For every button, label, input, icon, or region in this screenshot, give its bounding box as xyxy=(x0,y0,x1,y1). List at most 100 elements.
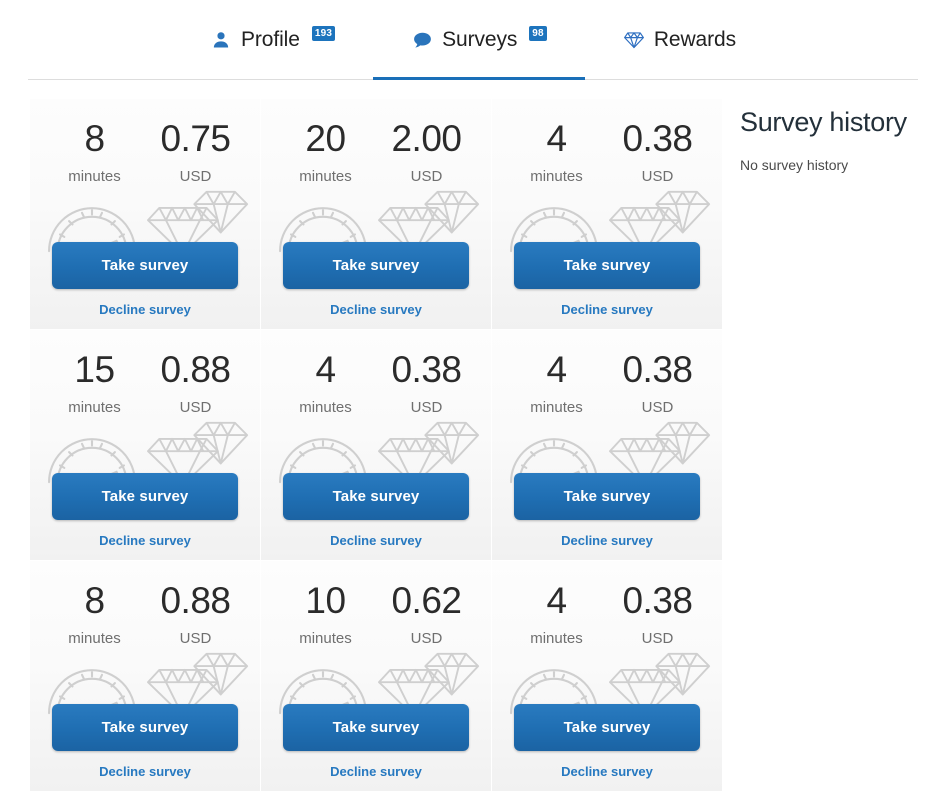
survey-reward-value: 2.00 xyxy=(391,118,462,159)
survey-card-actions: Take survey Decline survey xyxy=(261,473,491,560)
survey-duration-unit: minutes xyxy=(299,630,352,647)
decline-survey-link[interactable]: Decline survey xyxy=(283,533,469,548)
survey-cards-grid: 8 minutes 0.75 USD Take survey Decline survey… xyxy=(30,99,722,791)
survey-duration-stat: 10 minutes xyxy=(275,580,376,648)
take-survey-button[interactable]: Take survey xyxy=(514,704,700,751)
take-survey-button[interactable]: Take survey xyxy=(514,473,700,520)
survey-reward-value: 0.88 xyxy=(160,580,231,621)
survey-reward-value: 0.88 xyxy=(160,349,231,390)
survey-duration-value: 20 xyxy=(305,118,346,159)
survey-duration-value: 15 xyxy=(74,349,115,390)
survey-reward-unit: USD xyxy=(410,399,443,416)
survey-card: 8 minutes 0.75 USD Take survey Decline survey xyxy=(30,99,260,329)
survey-history-panel: Survey history No survey history xyxy=(722,80,946,173)
survey-card-stats: 15 minutes 0.88 USD xyxy=(30,349,260,417)
survey-reward-stat: 0.62 USD xyxy=(376,580,477,648)
survey-card-actions: Take survey Decline survey xyxy=(261,242,491,329)
decline-survey-link[interactable]: Decline survey xyxy=(283,764,469,779)
survey-reward-unit: USD xyxy=(410,168,443,185)
survey-reward-stat: 0.75 USD xyxy=(145,118,246,186)
tab-rewards[interactable]: Rewards xyxy=(585,0,774,80)
take-survey-button[interactable]: Take survey xyxy=(283,704,469,751)
survey-duration-stat: 4 minutes xyxy=(506,580,607,648)
survey-reward-value: 0.38 xyxy=(391,349,462,390)
survey-card: 8 minutes 0.88 USD Take survey Decline survey xyxy=(30,561,260,791)
survey-duration-unit: minutes xyxy=(68,630,121,647)
survey-reward-value: 0.38 xyxy=(622,349,693,390)
survey-card-stats: 8 minutes 0.75 USD xyxy=(30,118,260,186)
survey-card-stats: 20 minutes 2.00 USD xyxy=(261,118,491,186)
chat-bubble-icon xyxy=(411,29,433,51)
survey-reward-stat: 0.38 USD xyxy=(607,580,708,648)
take-survey-button[interactable]: Take survey xyxy=(52,473,238,520)
survey-reward-stat: 0.38 USD xyxy=(607,118,708,186)
survey-history-title: Survey history xyxy=(740,107,907,137)
decline-survey-link[interactable]: Decline survey xyxy=(283,302,469,317)
survey-duration-stat: 15 minutes xyxy=(44,349,145,417)
tab-badge-profile: 193 xyxy=(311,25,336,41)
survey-card-actions: Take survey Decline survey xyxy=(30,242,260,329)
surveys-grid-column: 8 minutes 0.75 USD Take survey Decline survey… xyxy=(0,80,722,791)
survey-history-empty-message: No survey history xyxy=(740,157,849,173)
survey-duration-stat: 20 minutes xyxy=(275,118,376,186)
survey-duration-value: 4 xyxy=(546,580,567,621)
take-survey-button[interactable]: Take survey xyxy=(52,242,238,289)
main-tab-bar: Profile 193 Surveys 98 Rewards xyxy=(0,0,946,80)
survey-card: 15 minutes 0.88 USD Take survey Decline surve… xyxy=(30,330,260,560)
tab-label-profile: Profile xyxy=(241,28,300,51)
decline-survey-link[interactable]: Decline survey xyxy=(52,764,238,779)
tab-surveys[interactable]: Surveys 98 xyxy=(373,0,585,80)
decline-survey-link[interactable]: Decline survey xyxy=(52,533,238,548)
survey-reward-unit: USD xyxy=(179,630,212,647)
survey-reward-unit: USD xyxy=(410,630,443,647)
decline-survey-link[interactable]: Decline survey xyxy=(514,302,700,317)
decline-survey-link[interactable]: Decline survey xyxy=(52,302,238,317)
survey-reward-unit: USD xyxy=(179,168,212,185)
survey-duration-stat: 4 minutes xyxy=(506,118,607,186)
survey-reward-unit: USD xyxy=(641,630,674,647)
survey-card-stats: 8 minutes 0.88 USD xyxy=(30,580,260,648)
survey-duration-value: 10 xyxy=(305,580,346,621)
survey-reward-stat: 0.38 USD xyxy=(607,349,708,417)
survey-reward-unit: USD xyxy=(641,399,674,416)
take-survey-button[interactable]: Take survey xyxy=(52,704,238,751)
take-survey-button[interactable]: Take survey xyxy=(514,242,700,289)
survey-card: 10 minutes 0.62 USD Take survey Decline surve… xyxy=(261,561,491,791)
survey-reward-value: 0.38 xyxy=(622,580,693,621)
survey-reward-stat: 0.38 USD xyxy=(376,349,477,417)
survey-reward-value: 0.62 xyxy=(391,580,462,621)
survey-duration-stat: 8 minutes xyxy=(44,118,145,186)
survey-duration-stat: 8 minutes xyxy=(44,580,145,648)
survey-card-stats: 4 minutes 0.38 USD xyxy=(261,349,491,417)
survey-card-stats: 10 minutes 0.62 USD xyxy=(261,580,491,648)
survey-duration-unit: minutes xyxy=(299,399,352,416)
survey-duration-unit: minutes xyxy=(68,399,121,416)
survey-card-actions: Take survey Decline survey xyxy=(492,704,722,791)
survey-duration-value: 4 xyxy=(546,118,567,159)
survey-duration-unit: minutes xyxy=(530,168,583,185)
survey-card: 4 minutes 0.38 USD Take survey Decline survey xyxy=(261,330,491,560)
survey-duration-value: 4 xyxy=(546,349,567,390)
survey-card-actions: Take survey Decline survey xyxy=(492,473,722,560)
survey-reward-stat: 0.88 USD xyxy=(145,349,246,417)
decline-survey-link[interactable]: Decline survey xyxy=(514,533,700,548)
tab-profile[interactable]: Profile 193 xyxy=(172,0,373,80)
diamond-icon xyxy=(623,29,645,51)
decline-survey-link[interactable]: Decline survey xyxy=(514,764,700,779)
survey-duration-value: 8 xyxy=(84,580,105,621)
survey-card-stats: 4 minutes 0.38 USD xyxy=(492,118,722,186)
tab-badge-surveys: 98 xyxy=(529,25,547,41)
survey-reward-value: 0.38 xyxy=(622,118,693,159)
tab-label-surveys: Surveys xyxy=(442,28,518,51)
survey-card-actions: Take survey Decline survey xyxy=(30,704,260,791)
survey-card: 4 minutes 0.38 USD Take survey Decline survey xyxy=(492,561,722,791)
take-survey-button[interactable]: Take survey xyxy=(283,242,469,289)
survey-duration-value: 8 xyxy=(84,118,105,159)
survey-card-stats: 4 minutes 0.38 USD xyxy=(492,349,722,417)
take-survey-button[interactable]: Take survey xyxy=(283,473,469,520)
survey-card: 4 minutes 0.38 USD Take survey Decline survey xyxy=(492,99,722,329)
survey-card: 20 minutes 2.00 USD Take survey Decline surve… xyxy=(261,99,491,329)
survey-duration-unit: minutes xyxy=(530,630,583,647)
survey-reward-stat: 0.88 USD xyxy=(145,580,246,648)
survey-reward-value: 0.75 xyxy=(160,118,231,159)
